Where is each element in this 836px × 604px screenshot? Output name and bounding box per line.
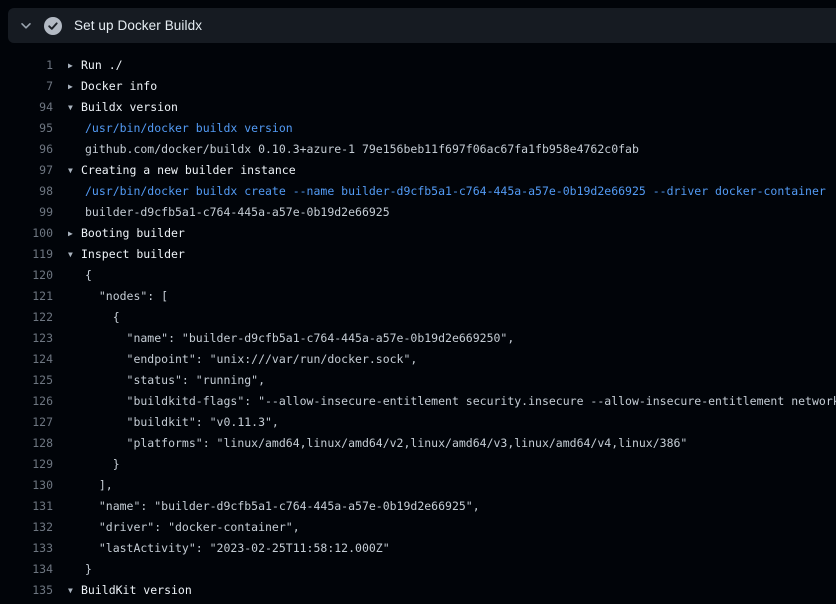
line-number[interactable]: 122 [0,307,53,328]
line-number[interactable]: 127 [0,412,53,433]
line-number[interactable]: 1 [0,55,53,76]
log-line: 122 { [0,307,836,328]
line-number[interactable]: 123 [0,328,53,349]
output-text: "driver": "docker-container", [85,517,300,538]
log-line: 127 "buildkit": "v0.11.3", [0,412,836,433]
output-text: "endpoint": "unix:///var/run/docker.sock… [85,349,417,370]
line-number[interactable]: 121 [0,286,53,307]
line-number[interactable]: 98 [0,181,53,202]
chevron-down-icon[interactable] [19,19,33,33]
line-number[interactable]: 129 [0,454,53,475]
line-number[interactable]: 94 [0,97,53,118]
line-number[interactable]: 120 [0,265,53,286]
log-line: 95/usr/bin/docker buildx version [0,118,836,139]
line-number[interactable]: 128 [0,433,53,454]
output-text: } [85,454,120,475]
log-line: 98/usr/bin/docker buildx create --name b… [0,181,836,202]
line-number[interactable]: 7 [0,76,53,97]
log-line: 124 "endpoint": "unix:///var/run/docker.… [0,349,836,370]
line-number[interactable]: 95 [0,118,53,139]
triangle-expanded-icon: ▼ [68,580,81,601]
output-text: { [85,307,120,328]
line-number[interactable]: 133 [0,538,53,559]
log-content: 1▶Run ./7▶Docker info94▼Buildx version95… [0,43,836,604]
output-text: "nodes": [ [85,286,168,307]
log-line: 134} [0,559,836,580]
triangle-expanded-icon: ▼ [68,97,81,118]
log-group-header[interactable]: 100 ▶Booting builder [0,223,836,244]
log-line: 126 "buildkitd-flags": "--allow-insecure… [0,391,836,412]
log-line: 132 "driver": "docker-container", [0,517,836,538]
log-line: 96 github.com/docker/buildx 0.10.3+azure-… [0,139,836,160]
group-title: Inspect builder [81,244,185,265]
triangle-collapsed-icon: ▶ [68,55,81,76]
command-text: /usr/bin/docker buildx version [85,118,293,139]
line-number[interactable]: 124 [0,349,53,370]
log-group-header[interactable]: 119 ▼Inspect builder [0,244,836,265]
line-number[interactable]: 126 [0,391,53,412]
triangle-collapsed-icon: ▶ [68,76,81,97]
log-line: 123 "name": "builder-d9cfb5a1-c764-445a-… [0,328,836,349]
log-line: 121 "nodes": [ [0,286,836,307]
output-text: "buildkit": "v0.11.3", [85,412,279,433]
output-text: github.com/docker/buildx 0.10.3+azure-1 … [85,139,639,160]
group-title: BuildKit version [81,580,192,601]
output-text: ], [85,475,113,496]
output-text: "name": "builder-d9cfb5a1-c764-445a-a57e… [85,328,514,349]
step-header[interactable]: Set up Docker Buildx [8,8,836,43]
line-number[interactable]: 99 [0,202,53,223]
check-circle-icon [44,17,62,35]
log-group-header[interactable]: 7 ▶Docker info [0,76,836,97]
triangle-expanded-icon: ▼ [68,160,81,181]
line-number[interactable]: 97 [0,160,53,181]
output-text: "buildkitd-flags": "--allow-insecure-ent… [85,391,836,412]
command-text: /usr/bin/docker buildx create --name bui… [85,181,826,202]
output-text: builder-d9cfb5a1-c764-445a-a57e-0b19d2e6… [85,202,390,223]
output-text: "platforms": "linux/amd64,linux/amd64/v2… [85,433,687,454]
log-line: 133 "lastActivity": "2023-02-25T11:58:12… [0,538,836,559]
output-text: "name": "builder-d9cfb5a1-c764-445a-a57e… [85,496,480,517]
log-group-header[interactable]: 1 ▶Run ./ [0,55,836,76]
group-title: Run ./ [81,55,123,76]
output-text: "lastActivity": "2023-02-25T11:58:12.000… [85,538,390,559]
group-title: Booting builder [81,223,185,244]
log-line: 125 "status": "running", [0,370,836,391]
output-text: { [85,265,92,286]
log-group-header[interactable]: 94 ▼Buildx version [0,97,836,118]
line-number[interactable]: 134 [0,559,53,580]
log-line: 99 builder-d9cfb5a1-c764-445a-a57e-0b19d2… [0,202,836,223]
triangle-expanded-icon: ▼ [68,244,81,265]
log-line: 128 "platforms": "linux/amd64,linux/amd6… [0,433,836,454]
line-number[interactable]: 96 [0,139,53,160]
group-title: Creating a new builder instance [81,160,296,181]
log-line: 129 } [0,454,836,475]
line-number[interactable]: 119 [0,244,53,265]
output-text: } [85,559,92,580]
group-title: Buildx version [81,97,178,118]
line-number[interactable]: 100 [0,223,53,244]
line-number[interactable]: 132 [0,517,53,538]
log-line: 131 "name": "builder-d9cfb5a1-c764-445a-… [0,496,836,517]
line-number[interactable]: 135 [0,580,53,601]
step-title: Set up Docker Buildx [74,18,202,33]
line-number[interactable]: 130 [0,475,53,496]
line-number[interactable]: 131 [0,496,53,517]
triangle-collapsed-icon: ▶ [68,223,81,244]
log-line: 120 { [0,265,836,286]
output-text: "status": "running", [85,370,265,391]
line-number[interactable]: 125 [0,370,53,391]
log-group-header[interactable]: 97 ▼Creating a new builder instance [0,160,836,181]
log-group-header[interactable]: 135 ▼BuildKit version [0,580,836,601]
group-title: Docker info [81,76,157,97]
log-line: 130 ], [0,475,836,496]
